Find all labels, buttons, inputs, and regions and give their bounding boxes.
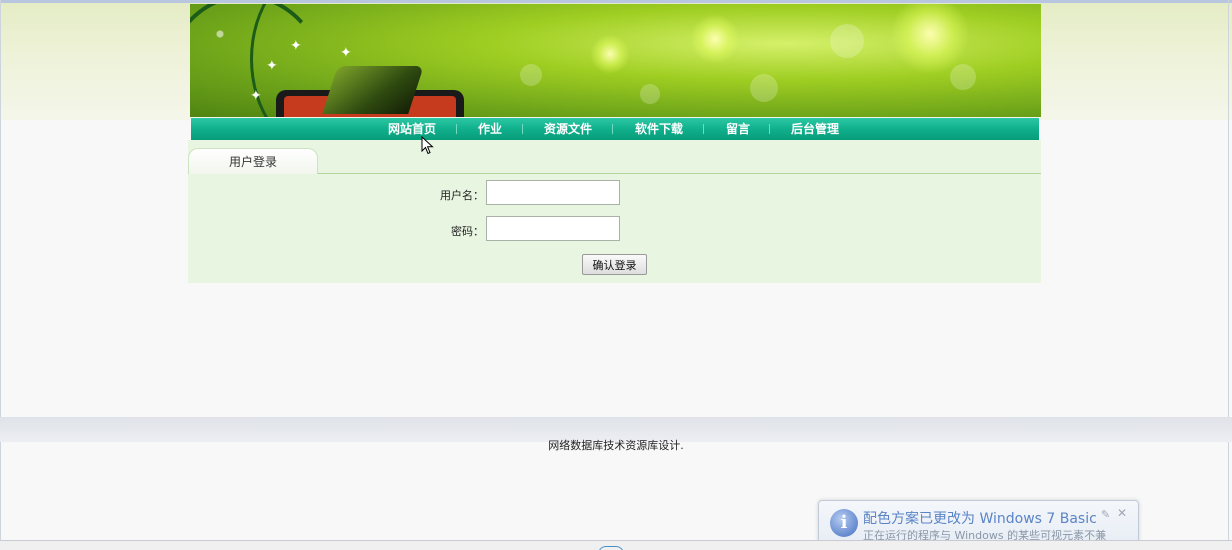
window-right-border	[1228, 0, 1229, 550]
start-orb-icon[interactable]	[598, 546, 624, 550]
password-label: 密码：	[451, 225, 484, 238]
window-left-border	[0, 0, 1, 550]
banner-glow	[590, 34, 630, 74]
nav-item-downloads[interactable]: 软件下载	[635, 118, 683, 140]
banner-leaf-curve	[1010, 14, 1041, 117]
nav-separator	[703, 124, 704, 134]
footer-text: 网络数据库技术资源库设计.	[548, 439, 684, 452]
banner-glow	[690, 14, 740, 64]
sparkle-icon: ✦	[340, 45, 352, 61]
notification-title: 配色方案已更改为 Windows 7 Basic	[863, 511, 1097, 527]
main-nav: 网站首页 作业 资源文件 软件下载 留言 后台管理	[191, 118, 1039, 140]
wrench-icon[interactable]: ✎	[1101, 508, 1110, 521]
banner-lamp-shade	[322, 66, 424, 114]
nav-separator	[612, 124, 613, 134]
banner-clover	[750, 74, 778, 102]
confirm-login-button[interactable]: 确认登录	[582, 254, 647, 275]
site-banner: ✦ ✦ ✦ ✦	[190, 4, 1041, 117]
close-icon[interactable]: ✕	[1117, 506, 1127, 520]
nav-item-resources[interactable]: 资源文件	[544, 118, 592, 140]
username-label: 用户名：	[440, 189, 484, 202]
sparkle-icon: ✦	[250, 88, 262, 104]
banner-clover	[520, 64, 542, 86]
tab-user-login[interactable]: 用户登录	[188, 148, 318, 174]
window-top-border	[0, 0, 1232, 3]
nav-separator	[522, 124, 523, 134]
banner-clover	[640, 84, 660, 104]
sparkle-icon: ✦	[266, 58, 278, 74]
banner-clover	[830, 24, 864, 58]
username-input[interactable]	[486, 180, 620, 205]
sparkle-icon: ✦	[290, 38, 302, 54]
info-icon: i	[830, 509, 858, 537]
password-input[interactable]	[486, 216, 620, 241]
nav-separator	[769, 124, 770, 134]
mouse-cursor-icon	[421, 136, 434, 155]
nav-item-messages[interactable]: 留言	[726, 118, 750, 140]
nav-item-homework[interactable]: 作业	[478, 118, 502, 140]
banner-clover	[950, 64, 976, 90]
banner-glow	[890, 4, 970, 74]
nav-separator	[456, 124, 457, 134]
nav-item-admin[interactable]: 后台管理	[791, 118, 839, 140]
